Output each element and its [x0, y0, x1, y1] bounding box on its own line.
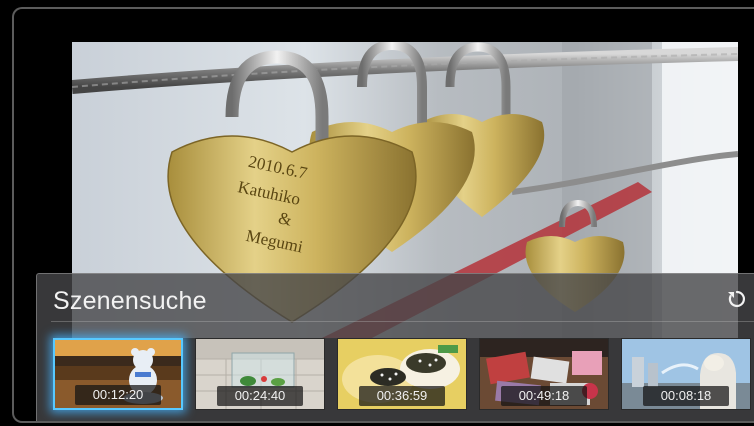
refresh-button[interactable] [726, 288, 748, 310]
scene-timestamp: 00:36:59 [359, 386, 445, 406]
refresh-icon [728, 290, 746, 308]
scene-thumbnail[interactable]: 00:08:18 [621, 338, 751, 410]
panel-divider [51, 321, 754, 322]
panel-title: Szenensuche [53, 287, 207, 315]
scene-timestamp: 00:08:18 [643, 386, 729, 406]
tv-screen: 2010.6.7 Katuhiko & Megumi Szenensuche 0… [12, 7, 754, 423]
scene-timestamp: 00:49:18 [501, 386, 587, 406]
scene-timestamp: 00:12:20 [75, 385, 161, 405]
scene-thumbnail[interactable]: 00:36:59 [337, 338, 467, 410]
scene-thumbnail-list: 00:12:20 00:24:40 00:36:59 00:49:18 00:0… [53, 338, 754, 412]
scene-timestamp: 00:24:40 [217, 386, 303, 406]
scene-thumbnail[interactable]: 00:49:18 [479, 338, 609, 410]
scene-search-panel: Szenensuche 00:12:20 00:24:40 00:36:59 0… [36, 273, 754, 421]
scene-thumbnail[interactable]: 00:12:20 [53, 338, 183, 410]
scene-thumbnail[interactable]: 00:24:40 [195, 338, 325, 410]
